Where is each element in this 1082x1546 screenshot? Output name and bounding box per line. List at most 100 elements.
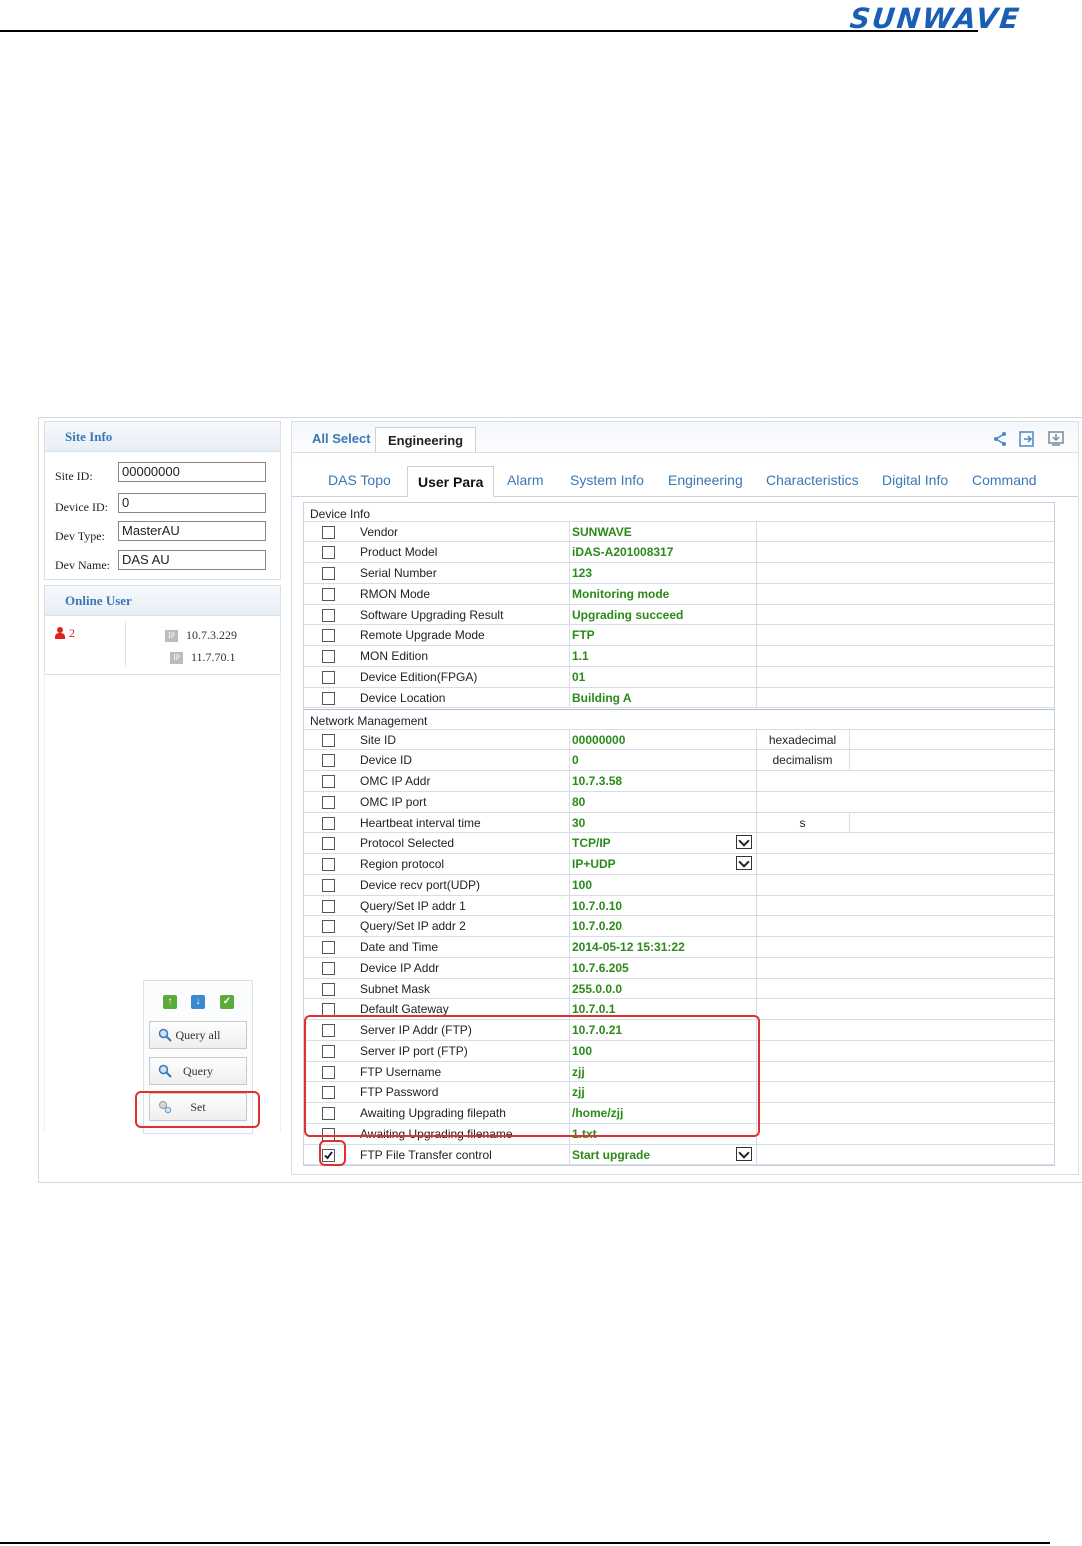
row-value[interactable]: IP+UDP	[572, 857, 616, 871]
row-checkbox[interactable]	[322, 733, 335, 747]
row-value[interactable]: Start upgrade	[572, 1148, 650, 1162]
download-icon[interactable]: ↓	[191, 995, 205, 1009]
row-checkbox[interactable]	[322, 837, 335, 851]
row-checkbox[interactable]	[322, 982, 335, 996]
row-name: Query/Set IP addr 1	[360, 898, 466, 913]
table-row: MON Edition 1.1	[304, 646, 1054, 667]
row-name: Remote Upgrade Mode	[360, 628, 485, 643]
online-user-count: 2	[69, 626, 75, 640]
chevron-down-icon[interactable]	[736, 1146, 752, 1161]
row-value[interactable]: iDAS-A201008317	[572, 545, 673, 559]
table-row: Heartbeat interval time 30 s	[304, 812, 1054, 834]
tab-user-para[interactable]: User Para	[407, 466, 495, 497]
row-value[interactable]: 01	[572, 670, 585, 684]
tab-alarm[interactable]: Alarm	[507, 472, 544, 488]
row-value[interactable]: 10.7.0.10	[572, 899, 622, 913]
check-icon[interactable]: ✓	[220, 995, 234, 1009]
row-value[interactable]: 10.7.3.58	[572, 774, 622, 788]
query-all-button[interactable]: Query all	[149, 1021, 247, 1049]
row-name: Software Upgrading Result	[360, 607, 504, 622]
dev-type-field[interactable]: MasterAU	[118, 521, 266, 541]
tab-engineering[interactable]: Engineering	[668, 472, 743, 488]
row-name: Vendor	[360, 524, 399, 539]
row-name: Product Model	[360, 545, 438, 560]
row-name: Device Edition(FPGA)	[360, 669, 478, 684]
dev-name-field[interactable]: DAS AU	[118, 550, 266, 570]
row-value[interactable]: 10.7.6.205	[572, 961, 629, 975]
row-value[interactable]: Building A	[572, 691, 632, 705]
row-checkbox[interactable]	[322, 816, 335, 830]
table-row: Date and Time 2014-05-12 15:31:22	[304, 937, 1054, 958]
row-checkbox[interactable]	[322, 670, 335, 684]
row-checkbox[interactable]	[322, 941, 335, 954]
row-value[interactable]: 80	[572, 795, 585, 809]
row-checkbox[interactable]	[322, 961, 335, 975]
query-button[interactable]: Query	[149, 1057, 247, 1085]
row-value[interactable]: 10.7.0.20	[572, 919, 622, 933]
site-id-field[interactable]: 00000000	[118, 462, 266, 482]
upload-icon[interactable]: ↑	[163, 995, 177, 1009]
download-screen-icon[interactable]	[1048, 431, 1064, 447]
ip-text: 11.7.70.1	[191, 650, 236, 664]
row-value[interactable]: 2014-05-12 15:31:22	[572, 940, 685, 954]
table-row: Remote Upgrade Mode FTP	[304, 625, 1054, 647]
row-value[interactable]: FTP	[572, 628, 595, 642]
footer-rule	[0, 1542, 1050, 1544]
tab-system-info[interactable]: System Info	[570, 472, 644, 488]
row-value[interactable]: TCP/IP	[572, 836, 611, 850]
tab-digital-info[interactable]: Digital Info	[882, 472, 948, 488]
row-value[interactable]: 1.1	[572, 649, 589, 663]
chevron-down-icon[interactable]	[736, 856, 752, 870]
table-row: RMON Mode Monitoring mode	[304, 583, 1054, 605]
row-value[interactable]: Monitoring mode	[572, 587, 669, 601]
table-row: OMC IP port 80	[304, 791, 1054, 813]
table-row: Device Edition(FPGA) 01	[304, 666, 1054, 688]
ftp-checkbox-highlight-box	[319, 1140, 346, 1166]
row-name: MON Edition	[360, 649, 429, 663]
row-checkbox[interactable]	[322, 546, 335, 560]
table-row: Device IP Addr 10.7.6.205	[304, 957, 1054, 979]
row-checkbox[interactable]	[322, 795, 335, 809]
row-checkbox[interactable]	[322, 899, 335, 913]
row-checkbox[interactable]	[322, 567, 335, 580]
row-checkbox[interactable]	[322, 608, 335, 622]
row-value[interactable]: 30	[572, 816, 585, 830]
row-name: Device recv port(UDP)	[360, 877, 481, 892]
online-user-divider	[125, 622, 126, 666]
tab-command[interactable]: Command	[972, 472, 1037, 488]
tab-das-topo[interactable]: DAS Topo	[328, 472, 391, 488]
row-checkbox[interactable]	[322, 525, 335, 539]
table-row: Device recv port(UDP) 100	[304, 874, 1054, 896]
row-checkbox[interactable]	[322, 691, 335, 705]
row-checkbox[interactable]	[322, 878, 335, 892]
row-value[interactable]: 00000000	[572, 733, 625, 747]
row-name: Serial Number	[360, 566, 437, 580]
row-checkbox[interactable]	[322, 587, 335, 601]
row-checkbox[interactable]	[322, 754, 335, 768]
row-value[interactable]: SUNWAVE	[572, 525, 632, 539]
all-select-tab[interactable]: All Select	[312, 431, 371, 446]
row-name: Device Location	[360, 690, 446, 705]
engineering-tab[interactable]: Engineering	[375, 427, 477, 453]
row-value[interactable]: 255.0.0.0	[572, 982, 622, 996]
row-value[interactable]: 100	[572, 878, 592, 892]
row-checkbox[interactable]	[322, 650, 335, 663]
row-value[interactable]: 123	[572, 566, 592, 580]
row-checkbox[interactable]	[322, 629, 335, 643]
chevron-down-icon[interactable]	[736, 835, 752, 850]
query-label: Query	[183, 1064, 213, 1078]
share-icon[interactable]	[992, 431, 1008, 447]
ip-text: 10.7.3.229	[186, 628, 237, 642]
device-id-field[interactable]: 0	[118, 493, 266, 513]
query-all-label: Query all	[175, 1028, 221, 1042]
row-checkbox[interactable]	[322, 920, 335, 934]
row-value[interactable]: 0	[572, 753, 579, 767]
row-value[interactable]: Upgrading succeed	[572, 608, 683, 622]
table-row: Device ID 0 decimalism	[304, 750, 1054, 772]
row-checkbox[interactable]	[322, 775, 335, 788]
export-icon[interactable]	[1019, 431, 1035, 447]
user-icon	[55, 627, 65, 639]
tab-characteristics[interactable]: Characteristics	[766, 472, 859, 488]
row-checkbox[interactable]	[322, 858, 335, 871]
table-row: OMC IP Addr 10.7.3.58	[304, 771, 1054, 792]
